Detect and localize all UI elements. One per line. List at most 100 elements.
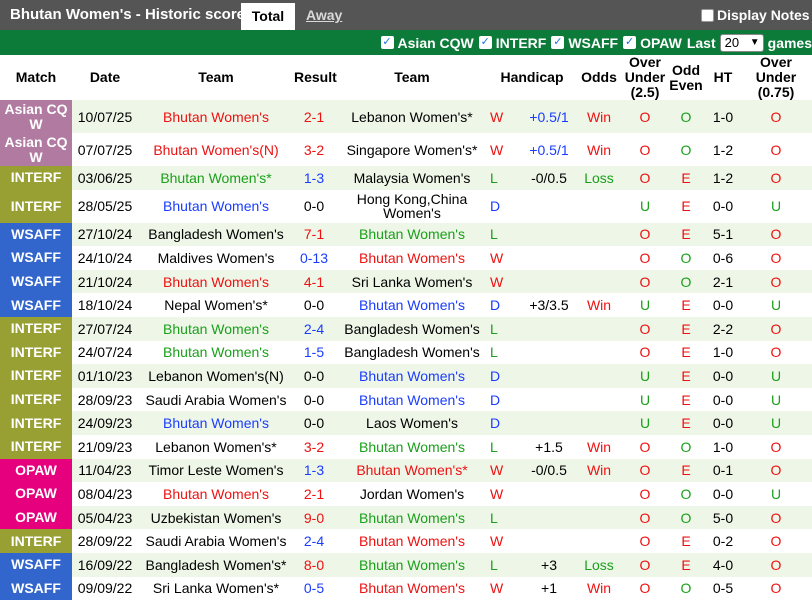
col-header-match[interactable]: Match (0, 55, 72, 100)
away-team[interactable]: Bhutan Women's (334, 246, 490, 270)
away-team[interactable]: Malaysia Women's (334, 166, 490, 190)
tab-away[interactable]: Away (306, 0, 342, 30)
match-result[interactable]: 2-4 (294, 529, 334, 553)
match-result[interactable]: 2-1 (294, 482, 334, 506)
home-team[interactable]: Bhutan Women's (138, 100, 294, 133)
match-result[interactable]: 3-2 (294, 434, 334, 459)
away-team[interactable]: Bhutan Women's (334, 387, 490, 412)
competition-badge[interactable]: INTERF (0, 434, 72, 459)
away-team[interactable]: Bhutan Women's (334, 222, 490, 247)
win-loss: W (490, 141, 504, 158)
check-icon[interactable]: ✓ (623, 36, 637, 49)
home-team[interactable]: Bhutan Women's (138, 411, 294, 435)
away-team[interactable]: Bhutan Women's (334, 364, 490, 388)
competition-badge[interactable]: INTERF (0, 316, 72, 341)
away-team[interactable]: Sri Lanka Women's (334, 269, 490, 294)
match-result[interactable]: 0-13 (294, 246, 334, 270)
competition-badge[interactable]: WSAFF (0, 246, 72, 270)
away-team[interactable]: Bangladesh Women's (334, 340, 490, 365)
away-team[interactable]: Bhutan Women's (334, 505, 490, 530)
home-team[interactable]: Bhutan Women's (138, 189, 294, 223)
match-result[interactable]: 2-4 (294, 316, 334, 341)
competition-badge[interactable]: INTERF (0, 411, 72, 435)
display-notes-checkbox[interactable] (701, 8, 714, 22)
odds-result (574, 387, 624, 412)
handicap-text (515, 344, 549, 360)
competition-badge[interactable]: INTERF (0, 189, 72, 223)
competition-badge[interactable]: INTERF (0, 387, 72, 412)
away-team[interactable]: Bhutan Women's (334, 293, 490, 317)
home-team[interactable]: Bhutan Women's* (138, 166, 294, 190)
home-team[interactable]: Bhutan Women's (138, 316, 294, 341)
match-result[interactable]: 0-0 (294, 411, 334, 435)
home-team[interactable]: Bhutan Women's (138, 340, 294, 365)
away-team[interactable]: Bhutan Women's (334, 552, 490, 577)
home-team[interactable]: Maldives Women's (138, 246, 294, 270)
col-header-date[interactable]: Date (72, 55, 138, 100)
display-notes-toggle[interactable]: Display Notes (701, 0, 810, 30)
match-result[interactable]: 0-0 (294, 293, 334, 317)
home-team[interactable]: Saudi Arabia Women's (138, 529, 294, 553)
match-result[interactable]: 7-1 (294, 222, 334, 247)
match-result[interactable]: 0-0 (294, 189, 334, 223)
competition-badge[interactable]: INTERF (0, 529, 72, 553)
home-team[interactable]: Lebanon Women's(N) (138, 364, 294, 388)
competition-badge[interactable]: WSAFF (0, 552, 72, 577)
match-date: 05/04/23 (72, 505, 138, 530)
check-icon[interactable]: ✓ (551, 36, 565, 49)
competition-badge[interactable]: WSAFF (0, 576, 72, 601)
over-under-ht: U (740, 293, 812, 317)
check-icon[interactable]: ✓ (478, 36, 492, 49)
away-team[interactable]: Bhutan Women's (334, 529, 490, 553)
filter-asian-cqw[interactable]: ✓ Asian CQW (380, 35, 474, 51)
competition-badge[interactable]: INTERF (0, 340, 72, 365)
match-result[interactable]: 3-2 (294, 133, 334, 166)
competition-badge[interactable]: OPAW (0, 505, 72, 530)
match-result[interactable]: 1-3 (294, 166, 334, 190)
competition-badge[interactable]: WSAFF (0, 269, 72, 294)
home-team[interactable]: Bhutan Women's (138, 482, 294, 506)
home-team[interactable]: Nepal Women's* (138, 293, 294, 317)
filter-wsaff[interactable]: ✓ WSAFF (551, 35, 618, 51)
games-count-select[interactable]: 20 ▼ (719, 33, 764, 52)
competition-badge[interactable]: Asian CQ W (0, 100, 72, 133)
away-team[interactable]: Laos Women's (334, 411, 490, 435)
home-team[interactable]: Sri Lanka Women's* (138, 576, 294, 601)
competition-badge[interactable]: INTERF (0, 166, 72, 190)
match-result[interactable]: 2-1 (294, 100, 334, 133)
competition-badge[interactable]: INTERF (0, 364, 72, 388)
filter-interf[interactable]: ✓ INTERF (478, 35, 546, 51)
competition-badge[interactable]: Asian CQ W (0, 133, 72, 166)
match-result[interactable]: 8-0 (294, 552, 334, 577)
away-team[interactable]: Lebanon Women's* (334, 100, 490, 133)
match-result[interactable]: 9-0 (294, 505, 334, 530)
home-team[interactable]: Timor Leste Women's (138, 458, 294, 483)
match-result[interactable]: 1-3 (294, 458, 334, 483)
away-team[interactable]: Hong Kong,China Women's (334, 189, 490, 223)
away-team[interactable]: Jordan Women's (334, 482, 490, 506)
away-team[interactable]: Bhutan Women's (334, 576, 490, 601)
home-team[interactable]: Bhutan Women's (138, 269, 294, 294)
competition-badge[interactable]: OPAW (0, 482, 72, 506)
filter-opaw[interactable]: ✓ OPAW (623, 35, 682, 51)
home-team[interactable]: Lebanon Women's* (138, 434, 294, 459)
competition-badge[interactable]: WSAFF (0, 222, 72, 247)
competition-badge[interactable]: OPAW (0, 458, 72, 483)
home-team[interactable]: Bangladesh Women's* (138, 552, 294, 577)
check-icon[interactable]: ✓ (380, 36, 394, 49)
home-team[interactable]: Saudi Arabia Women's (138, 387, 294, 412)
away-team[interactable]: Bhutan Women's* (334, 458, 490, 483)
away-team[interactable]: Singapore Women's* (334, 133, 490, 166)
match-result[interactable]: 0-5 (294, 576, 334, 601)
competition-badge[interactable]: WSAFF (0, 293, 72, 317)
home-team[interactable]: Bangladesh Women's (138, 222, 294, 247)
away-team[interactable]: Bhutan Women's (334, 434, 490, 459)
home-team[interactable]: Uzbekistan Women's (138, 505, 294, 530)
match-result[interactable]: 1-5 (294, 340, 334, 365)
match-result[interactable]: 4-1 (294, 269, 334, 294)
match-result[interactable]: 0-0 (294, 387, 334, 412)
tab-total[interactable]: Total (241, 3, 295, 30)
match-result[interactable]: 0-0 (294, 364, 334, 388)
home-team[interactable]: Bhutan Women's(N) (138, 133, 294, 166)
away-team[interactable]: Bangladesh Women's (334, 316, 490, 341)
